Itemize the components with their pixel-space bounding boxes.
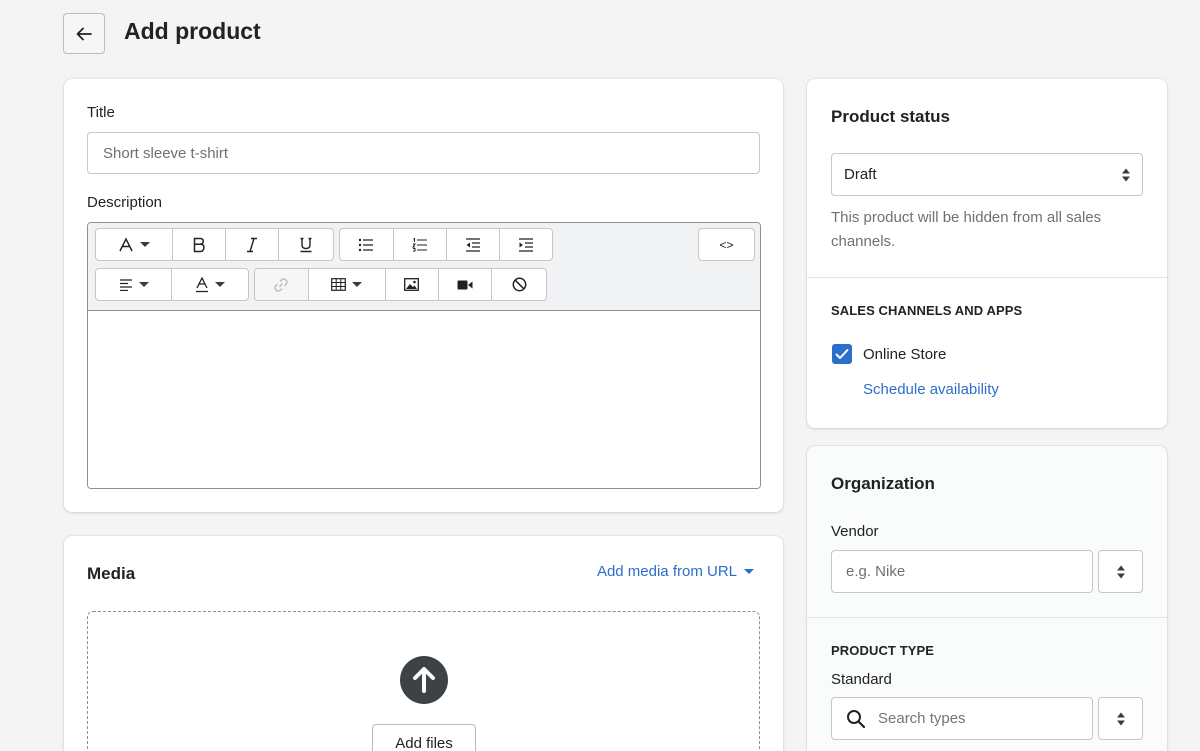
select-arrows-icon xyxy=(1116,712,1125,725)
add-media-from-url-label: Add media from URL xyxy=(596,563,737,580)
indent-icon xyxy=(518,237,533,252)
organization-heading: Organization xyxy=(831,474,935,493)
image-button[interactable] xyxy=(386,269,439,300)
title-input[interactable] xyxy=(87,132,760,174)
code-view-group: <> xyxy=(698,228,755,261)
media-card: Media Add media from URL Add files xyxy=(64,536,783,751)
bold-icon xyxy=(193,237,205,252)
select-arrows-icon xyxy=(1116,565,1125,578)
link-icon xyxy=(274,277,288,292)
add-files-button[interactable]: Add files xyxy=(372,724,476,751)
video-button[interactable] xyxy=(439,269,493,300)
select-arrows-icon xyxy=(1122,168,1130,181)
chevron-down-icon xyxy=(352,282,363,287)
text-color-button[interactable] xyxy=(172,269,248,300)
description-label: Description xyxy=(87,194,163,211)
align-left-icon xyxy=(119,278,132,291)
table-button[interactable] xyxy=(309,269,387,300)
online-store-checkbox[interactable] xyxy=(832,344,852,364)
font-format-icon xyxy=(119,236,133,251)
code-view-button[interactable]: <> xyxy=(699,229,754,260)
search-types-field[interactable] xyxy=(831,697,1093,740)
align-color-group xyxy=(95,268,249,301)
add-media-from-url-link[interactable]: Add media from URL xyxy=(597,563,754,580)
upload-arrow-icon xyxy=(400,656,448,704)
product-type-select-button[interactable] xyxy=(1098,697,1143,740)
product-status-card: Product status Draft This product will b… xyxy=(807,79,1167,428)
vendor-input[interactable] xyxy=(831,550,1093,593)
page-title: Add product xyxy=(124,18,261,44)
font-format-button[interactable] xyxy=(96,229,173,260)
outdent-icon xyxy=(465,237,480,252)
clear-formatting-icon xyxy=(512,277,527,292)
chevron-down-icon xyxy=(138,282,149,287)
arrow-left-icon xyxy=(76,27,92,40)
underline-button[interactable] xyxy=(279,229,333,260)
product-details-card: Title Description xyxy=(64,79,783,512)
bold-button[interactable] xyxy=(173,229,226,260)
sales-channels-heading: SALES CHANNELS AND APPS xyxy=(831,303,1023,318)
text-color-icon xyxy=(196,276,208,292)
format-button-group xyxy=(95,228,334,261)
editor-toolbar: <> xyxy=(88,223,760,311)
title-label: Title xyxy=(87,104,115,121)
status-select-value: Draft xyxy=(844,166,877,183)
status-select[interactable]: Draft xyxy=(831,153,1143,196)
media-dropzone[interactable]: Add files xyxy=(87,611,760,751)
back-button[interactable] xyxy=(63,13,105,54)
media-heading: Media xyxy=(87,564,136,583)
product-type-value: Standard xyxy=(831,671,892,688)
chevron-down-icon xyxy=(140,242,150,247)
chevron-down-icon xyxy=(744,569,754,574)
status-divider xyxy=(807,277,1167,278)
organization-card: Organization Vendor PRODUCT TYPE Standar… xyxy=(807,446,1167,751)
status-help-text: This product will be hidden from all sal… xyxy=(831,209,1102,250)
online-store-label: Online Store xyxy=(863,346,947,363)
numbered-list-button[interactable] xyxy=(394,229,447,260)
product-status-heading: Product status xyxy=(831,107,951,126)
numbered-list-icon xyxy=(411,237,427,251)
bullet-list-button[interactable] xyxy=(340,229,394,260)
list-button-group xyxy=(339,228,553,261)
description-editor: <> xyxy=(87,222,761,489)
indent-button[interactable] xyxy=(500,229,553,260)
video-icon xyxy=(457,280,473,289)
clear-formatting-button[interactable] xyxy=(492,269,546,300)
bullet-list-icon xyxy=(359,238,374,251)
search-icon xyxy=(847,710,866,729)
organization-divider xyxy=(807,617,1167,618)
vendor-label: Vendor xyxy=(831,523,879,540)
search-types-input[interactable] xyxy=(878,698,1088,739)
link-button[interactable] xyxy=(255,269,309,300)
insert-button-group xyxy=(254,268,547,301)
chevron-down-icon xyxy=(215,282,225,287)
outdent-button[interactable] xyxy=(447,229,500,260)
product-type-heading: PRODUCT TYPE xyxy=(831,643,935,658)
table-icon xyxy=(331,278,347,291)
italic-button[interactable] xyxy=(226,229,279,260)
image-icon xyxy=(404,278,420,291)
checkmark-icon xyxy=(835,349,849,359)
vendor-select-button[interactable] xyxy=(1098,550,1143,593)
align-button[interactable] xyxy=(96,269,172,300)
italic-icon xyxy=(247,237,257,252)
description-editor-body[interactable] xyxy=(88,311,760,488)
underline-icon xyxy=(300,237,312,252)
schedule-availability-link[interactable]: Schedule availability xyxy=(863,381,999,398)
